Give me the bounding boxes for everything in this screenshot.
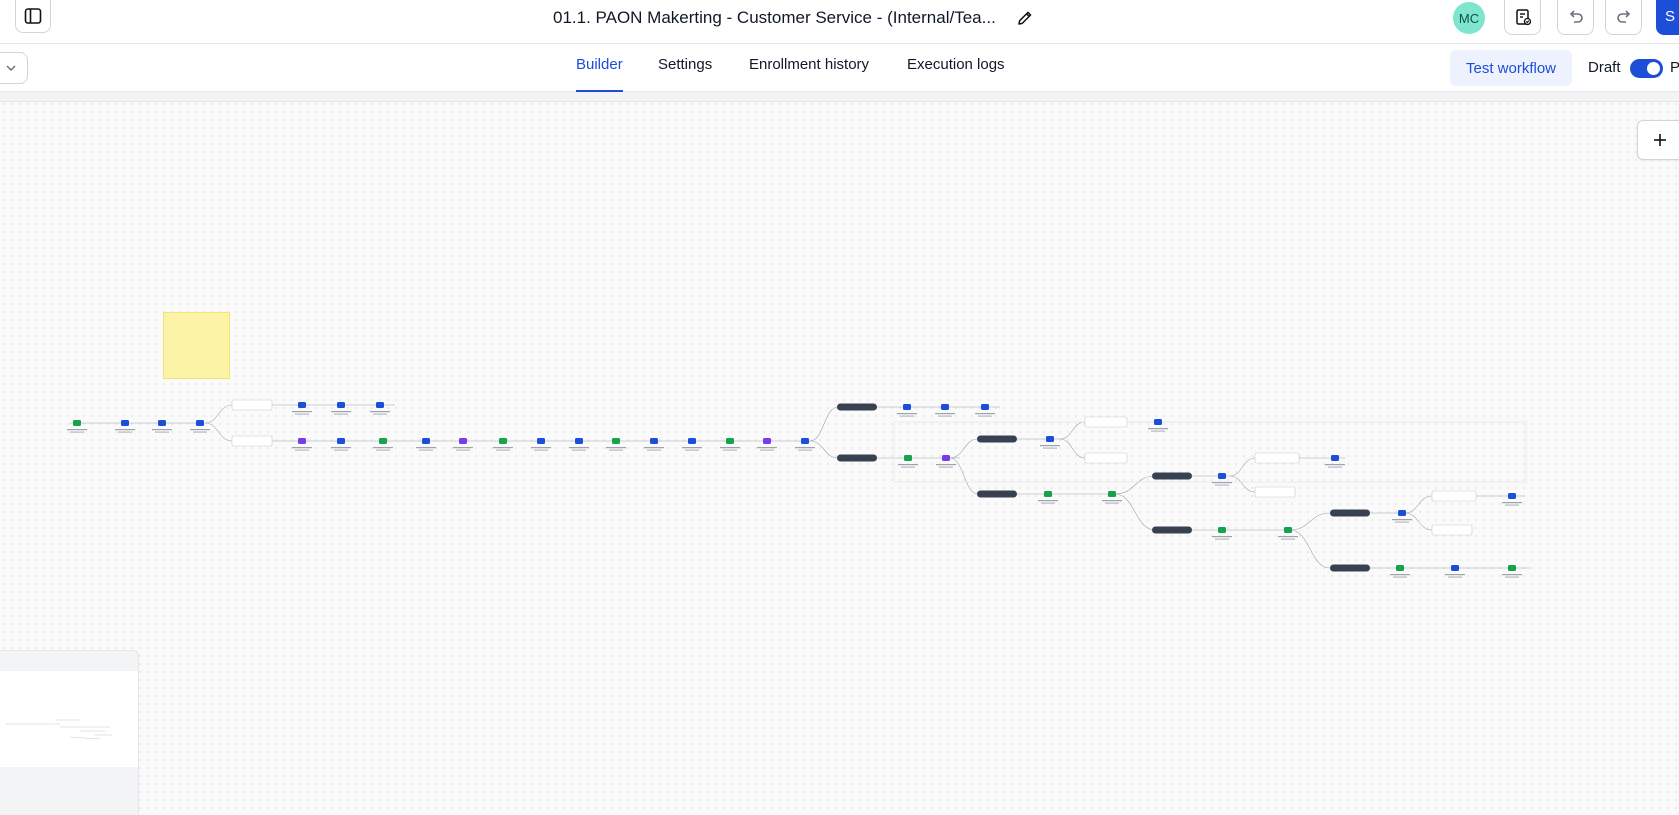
workflow-node[interactable] xyxy=(292,438,312,451)
workflow-node[interactable] xyxy=(331,402,351,415)
condition-box[interactable] xyxy=(1254,452,1300,464)
workflow-node[interactable] xyxy=(453,438,473,451)
tab-settings[interactable]: Settings xyxy=(658,56,712,92)
workflow-node[interactable] xyxy=(1212,473,1232,486)
workflow-node[interactable] xyxy=(115,420,135,433)
condition-box[interactable] xyxy=(231,435,273,447)
sticky-note-text xyxy=(167,316,226,320)
branch-pill[interactable] xyxy=(1152,472,1192,480)
workflow-title: 01.1. PAON Makerting - Customer Service … xyxy=(553,8,996,27)
redo-icon xyxy=(1616,10,1630,23)
workflow-node[interactable] xyxy=(897,404,917,417)
workflow-node[interactable] xyxy=(720,438,740,451)
test-workflow-button[interactable]: Test workflow xyxy=(1450,50,1572,86)
clipboard-check-icon xyxy=(1515,9,1531,26)
left-dropdown-button[interactable] xyxy=(0,52,28,84)
workflow-node[interactable] xyxy=(935,404,955,417)
branch-pill[interactable] xyxy=(977,490,1017,498)
redo-button[interactable] xyxy=(1605,0,1642,35)
workflow-node[interactable] xyxy=(1278,527,1298,540)
workflow-node[interactable] xyxy=(152,420,172,433)
workflow-node[interactable] xyxy=(975,404,995,417)
minimap[interactable] xyxy=(0,650,139,815)
tab-execution-logs[interactable]: Execution logs xyxy=(907,56,1005,92)
workflow-node[interactable] xyxy=(493,438,513,451)
draft-label: Draft xyxy=(1588,59,1621,76)
branch-pill[interactable] xyxy=(837,454,877,462)
workflow-node[interactable] xyxy=(1038,491,1058,504)
workflow-node[interactable] xyxy=(569,438,589,451)
sticky-note[interactable] xyxy=(163,312,230,379)
edit-title-button[interactable] xyxy=(1014,7,1036,29)
workflow-node[interactable] xyxy=(331,438,351,451)
workflow-node[interactable] xyxy=(531,438,551,451)
workflow-node[interactable] xyxy=(795,438,815,451)
workflow-node[interactable] xyxy=(1102,491,1122,504)
workflow-node[interactable] xyxy=(682,438,702,451)
workflow-canvas[interactable] xyxy=(0,92,1679,815)
condition-box[interactable] xyxy=(1084,416,1128,428)
add-node-button[interactable] xyxy=(1637,120,1679,160)
undo-button[interactable] xyxy=(1557,0,1594,35)
plus-icon xyxy=(1654,134,1666,146)
sidebar-toggle-icon xyxy=(24,8,42,24)
workflow-node[interactable] xyxy=(1325,455,1345,468)
workflow-node[interactable] xyxy=(1040,436,1060,449)
condition-box[interactable] xyxy=(1254,486,1296,498)
workflow-node[interactable] xyxy=(1392,510,1412,523)
workflow-node[interactable] xyxy=(190,420,210,433)
branch-pill[interactable] xyxy=(837,403,877,411)
workflow-node[interactable] xyxy=(1502,565,1522,578)
tab-builder[interactable]: Builder xyxy=(576,56,623,92)
avatar[interactable]: MC xyxy=(1453,2,1485,34)
branch-pill[interactable] xyxy=(1152,526,1192,534)
workflow-node[interactable] xyxy=(757,438,777,451)
workflow-node[interactable] xyxy=(292,402,312,415)
workflow-node[interactable] xyxy=(67,420,87,433)
tab-bar: Builder Settings Enrollment history Exec… xyxy=(0,44,1679,92)
minimap-graph xyxy=(5,719,112,740)
workflow-node[interactable] xyxy=(370,402,390,415)
workflow-node[interactable] xyxy=(416,438,436,451)
workflow-node[interactable] xyxy=(644,438,664,451)
condition-box[interactable] xyxy=(231,399,273,411)
publish-toggle[interactable] xyxy=(1630,59,1663,78)
tab-enrollment-history[interactable]: Enrollment history xyxy=(749,56,869,92)
review-button[interactable] xyxy=(1504,0,1541,35)
condition-box[interactable] xyxy=(1431,524,1473,536)
pencil-icon xyxy=(1018,11,1032,25)
branch-pill[interactable] xyxy=(977,435,1017,443)
chevron-down-icon xyxy=(5,65,16,72)
workflow-node[interactable] xyxy=(936,455,956,468)
branch-pill[interactable] xyxy=(1330,564,1370,572)
workflow-node[interactable] xyxy=(1445,565,1465,578)
sidebar-toggle-button[interactable] xyxy=(15,0,51,33)
workflow-node[interactable] xyxy=(606,438,626,451)
condition-box[interactable] xyxy=(1084,452,1128,464)
toggle-knob xyxy=(1647,62,1660,75)
minimap-viewport xyxy=(0,671,138,767)
canvas-header-strip xyxy=(0,92,1679,102)
top-bar: 01.1. PAON Makerting - Customer Service … xyxy=(0,0,1679,44)
undo-icon xyxy=(1569,10,1583,23)
condition-box[interactable] xyxy=(1431,490,1477,502)
workflow-node[interactable] xyxy=(1148,419,1168,432)
workflow-node[interactable] xyxy=(1502,493,1522,506)
save-button[interactable]: S xyxy=(1656,0,1679,35)
workflow-node[interactable] xyxy=(1390,565,1410,578)
publish-label: P xyxy=(1670,59,1679,76)
branch-pill[interactable] xyxy=(1330,509,1370,517)
workflow-node[interactable] xyxy=(373,438,393,451)
workflow-node[interactable] xyxy=(1212,527,1232,540)
workflow-graph xyxy=(67,399,1530,578)
workflow-node[interactable] xyxy=(898,455,918,468)
